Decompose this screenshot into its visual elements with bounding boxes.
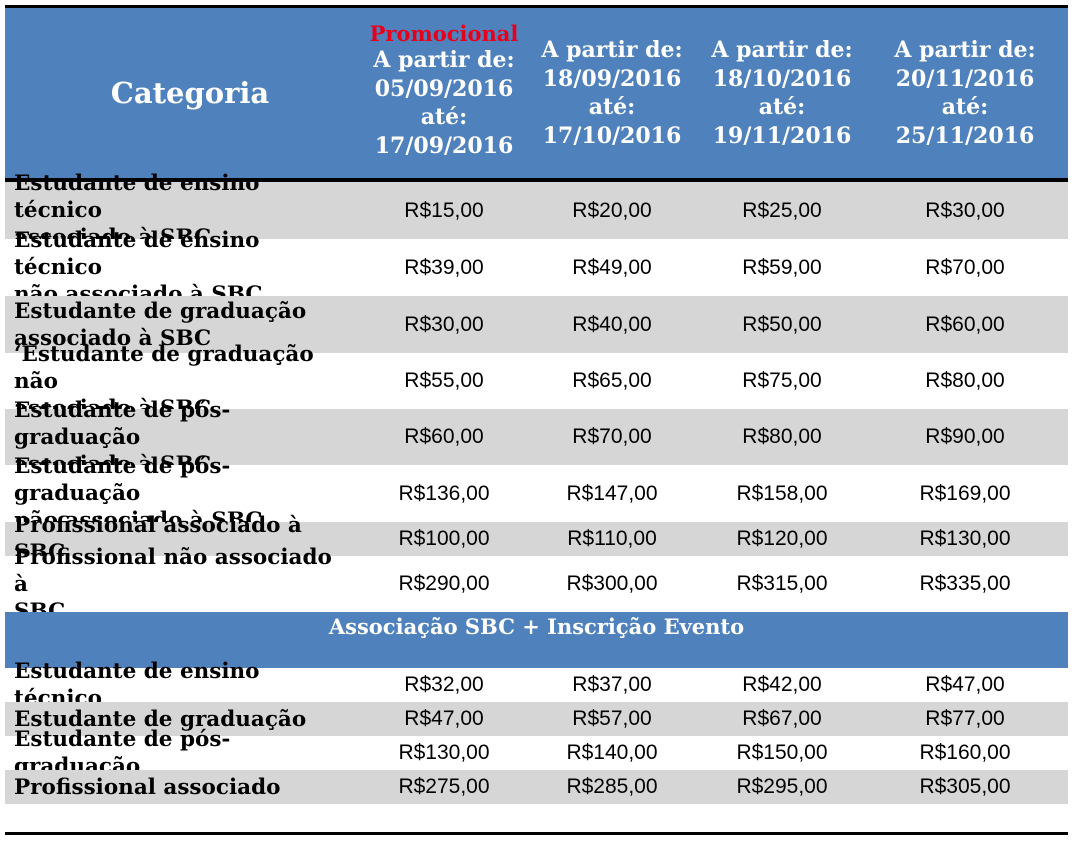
- row-category: Estudante de pós-graduação: [14, 727, 231, 779]
- row-category-line: ‘Estudante de graduação não: [14, 341, 314, 394]
- price-cell: R$140,00: [566, 741, 658, 764]
- row-category-line: Estudante de pós-graduação: [14, 454, 231, 506]
- price-cell: R$30,00: [925, 198, 1005, 222]
- table-row: Profissional associado R$275,00 R$285,00…: [5, 770, 1068, 804]
- price-cell: R$70,00: [572, 425, 652, 448]
- price-cell: R$47,00: [404, 707, 484, 730]
- price-cell: R$136,00: [398, 481, 490, 505]
- price-cell: R$100,00: [398, 527, 490, 550]
- price-cell: R$75,00: [742, 369, 822, 392]
- price-cell: R$39,00: [404, 255, 484, 279]
- price-cell: R$49,00: [572, 255, 652, 279]
- price-cell: R$275,00: [398, 775, 490, 798]
- period-end-date: 17/10/2016: [542, 122, 682, 149]
- price-cell: R$50,00: [742, 312, 822, 336]
- row-category-line: Estudante de ensino técnico: [14, 228, 260, 280]
- price-cell: R$130,00: [919, 527, 1011, 550]
- price-cell: R$169,00: [919, 481, 1011, 505]
- price-cell: R$285,00: [566, 775, 658, 798]
- period-header-2: A partir de: 18/09/2016 até: 17/10/2016: [537, 8, 687, 178]
- period-header-3: A partir de: 18/10/2016 até: 19/11/2016: [707, 8, 857, 178]
- period-header-1: Promocional A partir de: 05/09/2016 até:…: [368, 8, 520, 178]
- table-row: Estudante de ensino técnico R$32,00 R$37…: [5, 659, 1068, 711]
- period-start-date: 18/10/2016: [712, 65, 852, 92]
- price-cell: R$55,00: [404, 369, 484, 392]
- period-start-date: 20/11/2016: [895, 65, 1035, 92]
- price-cell: R$295,00: [736, 775, 828, 798]
- price-cell: R$67,00: [742, 707, 822, 730]
- price-cell: R$300,00: [566, 572, 658, 595]
- price-cell: R$42,00: [742, 673, 822, 696]
- price-cell: R$120,00: [736, 527, 828, 550]
- price-cell: R$30,00: [404, 312, 484, 336]
- period-until-label: até:: [420, 104, 468, 130]
- price-cell: R$37,00: [572, 673, 652, 696]
- price-cell: R$158,00: [736, 481, 828, 505]
- period-start-date: 18/09/2016: [542, 65, 682, 92]
- promo-label: Promocional: [369, 21, 519, 46]
- row-category-line: Estudante de ensino técnico: [14, 171, 260, 223]
- price-cell: R$70,00: [925, 255, 1005, 279]
- price-cell: R$90,00: [925, 425, 1005, 448]
- period-until-label: até:: [758, 94, 806, 120]
- price-cell: R$130,00: [398, 741, 490, 764]
- price-cell: R$65,00: [572, 369, 652, 392]
- category-header: Categoria: [110, 76, 270, 110]
- row-category: Profissional associado: [14, 774, 281, 800]
- price-cell: R$150,00: [736, 741, 828, 764]
- price-cell: R$59,00: [742, 255, 822, 279]
- period-start-date: 05/09/2016: [374, 75, 514, 102]
- period-end-date: 19/11/2016: [712, 122, 852, 149]
- price-cell: R$40,00: [572, 312, 652, 336]
- row-category: Estudante de ensino técnico: [14, 659, 260, 711]
- row-category-line: Estudante de graduação: [14, 298, 307, 324]
- price-cell: R$15,00: [404, 198, 484, 222]
- row-category: Estudante de ensino técnico não associad…: [14, 228, 344, 307]
- price-cell: R$57,00: [572, 707, 652, 730]
- row-category-line: Profissional não associado à: [14, 544, 332, 597]
- price-cell: R$160,00: [919, 741, 1011, 764]
- price-cell: R$110,00: [567, 527, 657, 550]
- period-from-label: A partir de:: [541, 37, 683, 63]
- table-row: Estudante de ensino técnico não associad…: [5, 228, 1068, 307]
- period-from-label: A partir de:: [711, 37, 853, 63]
- price-cell: R$77,00: [925, 707, 1005, 730]
- period-from-label: A partir de:: [373, 47, 515, 73]
- price-cell: R$305,00: [919, 775, 1011, 798]
- price-cell: R$335,00: [919, 572, 1011, 595]
- section-title: Associação SBC + Inscrição Evento: [328, 614, 745, 639]
- price-cell: R$80,00: [925, 369, 1005, 392]
- table-header: Categoria Promocional A partir de: 05/09…: [5, 8, 1068, 178]
- price-cell: R$80,00: [742, 425, 822, 448]
- price-cell: R$20,00: [572, 198, 652, 222]
- price-cell: R$47,00: [925, 673, 1005, 696]
- table-row: Profissional não associado à SBC R$290,0…: [5, 545, 1068, 624]
- price-cell: R$147,00: [566, 481, 658, 505]
- row-category: Profissional não associado à SBC: [14, 545, 344, 624]
- price-cell: R$315,00: [736, 572, 828, 595]
- period-end-date: 17/09/2016: [374, 132, 514, 159]
- price-cell: R$32,00: [404, 673, 484, 696]
- period-until-label: até:: [588, 94, 636, 120]
- price-cell: R$60,00: [404, 425, 484, 448]
- price-cell: R$60,00: [925, 312, 1005, 336]
- period-until-label: até:: [941, 94, 989, 120]
- table-bottom-rule: [5, 832, 1068, 835]
- period-header-4: A partir de: 20/11/2016 até: 25/11/2016: [890, 8, 1040, 178]
- period-end-date: 25/11/2016: [895, 122, 1035, 149]
- table-row: Estudante de pós-graduação R$130,00 R$14…: [5, 727, 1068, 779]
- period-from-label: A partir de:: [894, 37, 1036, 63]
- price-cell: R$25,00: [742, 198, 822, 222]
- row-category-line: Estudante de pós-graduação: [14, 397, 231, 450]
- price-cell: R$290,00: [398, 572, 490, 595]
